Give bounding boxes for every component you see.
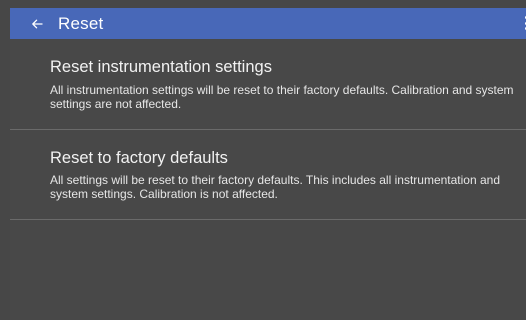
- app-bar: Reset: [10, 8, 526, 39]
- item-title: Reset instrumentation settings: [50, 58, 272, 76]
- settings-list: Reset instrumentation settings All instr…: [10, 39, 526, 320]
- page-title: Reset: [58, 14, 104, 33]
- arrow-left-icon: [31, 18, 43, 30]
- item-description: All instrumentation settings will be res…: [50, 83, 514, 111]
- reset-instrumentation-settings-item[interactable]: Reset instrumentation settings All instr…: [10, 39, 526, 129]
- reset-screen: Reset Reset instrumentation settings All…: [0, 0, 526, 320]
- reset-factory-defaults-item[interactable]: Reset to factory defaults All settings w…: [10, 130, 526, 219]
- item-description: All settings will be reset to their fact…: [50, 173, 500, 201]
- back-button[interactable]: [26, 8, 48, 39]
- item-title: Reset to factory defaults: [50, 149, 228, 167]
- divider: [10, 219, 526, 220]
